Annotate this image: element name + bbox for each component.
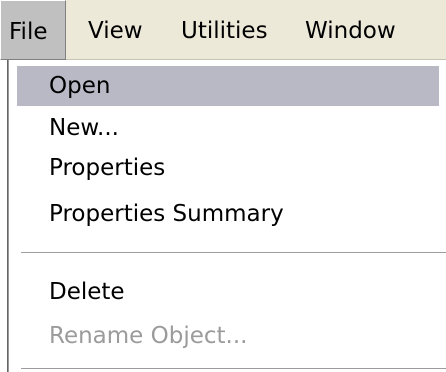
menu-view[interactable]: View bbox=[80, 0, 156, 60]
menu-item-rename-object: Rename Object... bbox=[49, 323, 248, 349]
menu-window[interactable]: Window bbox=[297, 0, 415, 60]
menu-item-delete[interactable]: Delete bbox=[17, 272, 439, 312]
file-dropdown-menu: Open New... Properties Properties Summar… bbox=[8, 60, 446, 372]
menu-separator bbox=[21, 368, 446, 370]
screen: File View Utilities Window Open New... P… bbox=[0, 0, 446, 372]
menu-bar: File View Utilities Window bbox=[0, 0, 446, 60]
menu-separator bbox=[21, 252, 446, 254]
menu-item-open[interactable]: Open bbox=[17, 66, 439, 106]
menu-item-new[interactable]: New... bbox=[17, 108, 439, 148]
menu-file[interactable]: File bbox=[0, 0, 66, 60]
menu-utilities[interactable]: Utilities bbox=[173, 0, 297, 60]
menu-item-properties[interactable]: Properties bbox=[17, 148, 439, 188]
menu-item-properties-summary[interactable]: Properties Summary bbox=[17, 194, 439, 234]
